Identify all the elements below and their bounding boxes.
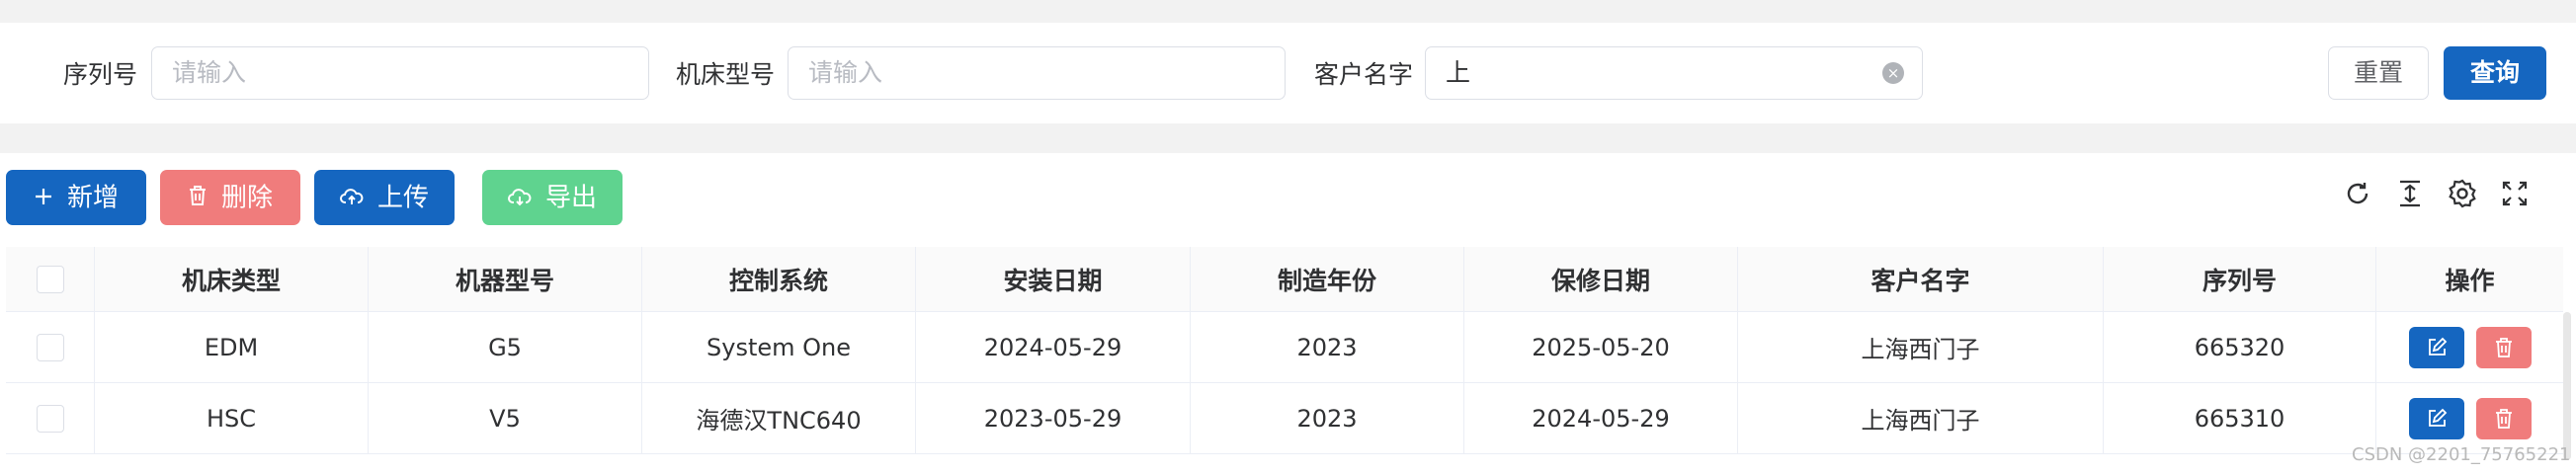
- delete-button-label: 删除: [220, 183, 273, 213]
- model-input[interactable]: 请输入: [788, 46, 1286, 100]
- trash-icon: [2495, 408, 2512, 429]
- row-checkbox[interactable]: [36, 333, 64, 361]
- table-cell: System One: [642, 312, 916, 382]
- table-header-row: 机床类型 机器型号 控制系统 安装日期 制造年份 保修日期 客户名字 序列号 操…: [6, 247, 2563, 312]
- upload-button-label: 上传: [376, 183, 429, 213]
- table-cell: 2023-05-29: [916, 383, 1191, 453]
- edit-button[interactable]: [2408, 397, 2464, 439]
- refresh-icon[interactable]: [2340, 176, 2375, 211]
- edit-button[interactable]: [2408, 326, 2464, 368]
- table-cell: 665320: [2104, 312, 2376, 382]
- delete-button[interactable]: 删除: [160, 170, 300, 225]
- table-cell: EDM: [95, 312, 369, 382]
- column-header[interactable]: 控制系统: [642, 247, 916, 311]
- customer-input[interactable]: 上 ×: [1425, 46, 1923, 100]
- table-cell: 2024-05-29: [916, 312, 1191, 382]
- column-header[interactable]: 机器型号: [369, 247, 642, 311]
- download-cloud-icon: [508, 171, 532, 226]
- serial-input[interactable]: 请输入: [151, 46, 649, 100]
- table-scrollbar[interactable]: [2563, 312, 2571, 460]
- column-header[interactable]: 安装日期: [916, 247, 1191, 311]
- select-all-cell: [6, 247, 95, 311]
- export-button[interactable]: 导出: [482, 170, 623, 225]
- table-cell: 665310: [2104, 383, 2376, 453]
- table-cell: V5: [369, 383, 642, 453]
- row-select-cell: [6, 383, 95, 453]
- row-delete-button[interactable]: [2475, 397, 2532, 439]
- clear-icon[interactable]: ×: [1882, 62, 1904, 84]
- plus-icon: [34, 171, 53, 226]
- customer-label: 客户名字: [1314, 60, 1414, 89]
- table-row[interactable]: EDM G5 System One 2024-05-29 2023 2025-0…: [6, 312, 2563, 383]
- table-cell: HSC: [95, 383, 369, 453]
- column-header[interactable]: 序列号: [2104, 247, 2376, 311]
- reset-button[interactable]: 重置: [2328, 46, 2429, 100]
- table-cell: 2025-05-20: [1464, 312, 1738, 382]
- serial-label: 序列号: [63, 60, 138, 89]
- upload-button[interactable]: 上传: [314, 170, 455, 225]
- table-cell: 上海西门子: [1738, 383, 2104, 453]
- table-cell: 2023: [1191, 383, 1464, 453]
- trash-icon: [2495, 337, 2512, 357]
- column-header[interactable]: 机床类型: [95, 247, 369, 311]
- actions-cell: [2376, 312, 2563, 382]
- column-header[interactable]: 制造年份: [1191, 247, 1464, 311]
- table-cell: 上海西门子: [1738, 312, 2104, 382]
- table-cell: 海德汉TNC640: [642, 383, 916, 453]
- trash-icon: [188, 171, 208, 226]
- select-all-checkbox[interactable]: [36, 265, 64, 293]
- model-label: 机床型号: [676, 60, 776, 89]
- actions-cell: [2376, 383, 2563, 453]
- row-delete-button[interactable]: [2475, 326, 2532, 368]
- table-cell: G5: [369, 312, 642, 382]
- settings-icon[interactable]: [2445, 176, 2480, 211]
- watermark: CSDN @2201_75765221: [2352, 444, 2571, 465]
- table-row[interactable]: HSC V5 海德汉TNC640 2023-05-29 2023 2024-05…: [6, 383, 2563, 454]
- export-button-label: 导出: [544, 183, 597, 213]
- row-select-cell: [6, 312, 95, 382]
- table-cell: 2024-05-29: [1464, 383, 1738, 453]
- add-button[interactable]: 新增: [6, 170, 146, 225]
- edit-icon: [2428, 337, 2447, 356]
- fullscreen-icon[interactable]: [2497, 176, 2533, 211]
- column-header: 操作: [2445, 266, 2495, 295]
- density-icon[interactable]: [2392, 176, 2428, 211]
- column-header[interactable]: 客户名字: [1738, 247, 2104, 311]
- model-placeholder: 请输入: [808, 58, 883, 87]
- edit-icon: [2428, 408, 2447, 427]
- add-button-label: 新增: [66, 183, 119, 213]
- row-checkbox[interactable]: [36, 404, 64, 433]
- serial-placeholder: 请输入: [172, 58, 247, 87]
- customer-value: 上: [1446, 58, 1471, 87]
- table-cell: 2023: [1191, 312, 1464, 382]
- column-header[interactable]: 保修日期: [1464, 247, 1738, 311]
- upload-cloud-icon: [340, 171, 364, 226]
- query-button[interactable]: 查询: [2444, 46, 2546, 100]
